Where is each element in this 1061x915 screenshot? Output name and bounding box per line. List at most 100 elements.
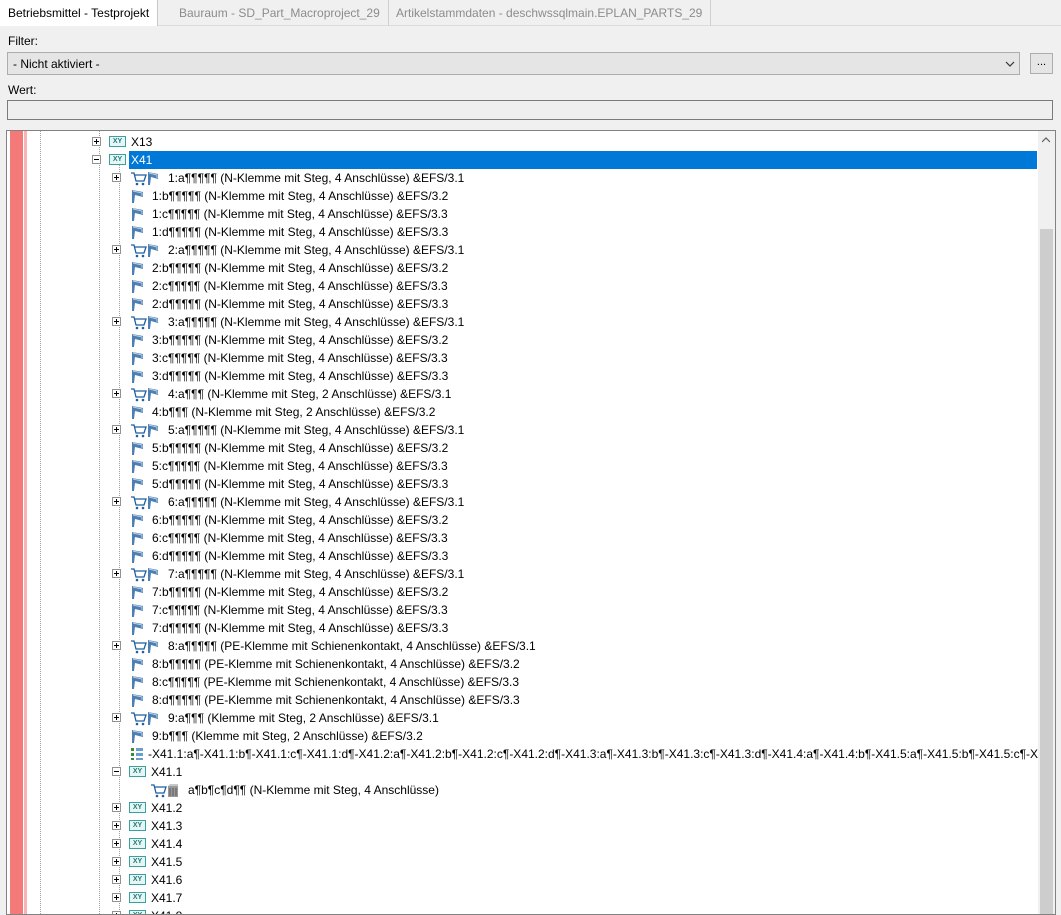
- terminal-icon: [132, 190, 143, 203]
- tree-row[interactable]: XY X41: [7, 151, 1037, 169]
- scroll-up-arrow-icon[interactable]: [1042, 136, 1050, 144]
- tree-row[interactable]: 3:b¶¶¶¶¶ (N-Klemme mit Steg, 4 Anschlüss…: [7, 331, 1037, 349]
- terminal-icon: [132, 676, 143, 689]
- tree-row[interactable]: 1:b¶¶¶¶¶ (N-Klemme mit Steg, 4 Anschlüss…: [7, 187, 1037, 205]
- tree-row-label: 6:c¶¶¶¶¶ (N-Klemme mit Steg, 4 Anschlüss…: [152, 531, 448, 545]
- tree-row[interactable]: 8:c¶¶¶¶¶ (PE-Klemme mit Schienenkontakt,…: [7, 673, 1037, 691]
- tree-row[interactable]: 2:b¶¶¶¶¶ (N-Klemme mit Steg, 4 Anschlüss…: [7, 259, 1037, 277]
- tree-row-label: 5:a¶¶¶¶¶ (N-Klemme mit Steg, 4 Anschlüss…: [168, 423, 465, 437]
- tree-row-label: 3:c¶¶¶¶¶ (N-Klemme mit Steg, 4 Anschlüss…: [152, 351, 448, 365]
- tree-row[interactable]: XY X41.5: [7, 853, 1037, 871]
- expand-icon[interactable]: [112, 893, 121, 902]
- tree-row[interactable]: XY X41.3: [7, 817, 1037, 835]
- tree-row[interactable]: 2:a¶¶¶¶¶ (N-Klemme mit Steg, 4 Anschlüss…: [7, 241, 1037, 259]
- tree-row-label: 3:a¶¶¶¶¶ (N-Klemme mit Steg, 4 Anschlüss…: [168, 315, 465, 329]
- expand-icon[interactable]: [112, 425, 121, 434]
- tree-row-label: 2:b¶¶¶¶¶ (N-Klemme mit Steg, 4 Anschlüss…: [152, 261, 449, 275]
- chevron-down-icon: [1005, 61, 1015, 67]
- tree-row[interactable]: 2:d¶¶¶¶¶ (N-Klemme mit Steg, 4 Anschlüss…: [7, 295, 1037, 313]
- terminal-strip-icon: XY: [109, 136, 126, 147]
- expand-icon[interactable]: [112, 569, 121, 578]
- tree-row[interactable]: 3:c¶¶¶¶¶ (N-Klemme mit Steg, 4 Anschlüss…: [7, 349, 1037, 367]
- vertical-scrollbar[interactable]: [1038, 131, 1055, 914]
- tree-row[interactable]: a¶b¶c¶d¶¶ (N-Klemme mit Steg, 4 Anschlüs…: [7, 781, 1037, 799]
- tree-row[interactable]: 5:c¶¶¶¶¶ (N-Klemme mit Steg, 4 Anschlüss…: [7, 457, 1037, 475]
- expand-icon[interactable]: [112, 821, 121, 830]
- expand-icon[interactable]: [112, 875, 121, 884]
- expand-icon[interactable]: [112, 173, 121, 182]
- tree-row[interactable]: -X41.1:a¶-X41.1:b¶-X41.1:c¶-X41.1:d¶-X41…: [7, 745, 1055, 763]
- tree-row[interactable]: 8:a¶¶¶¶¶ (PE-Klemme mit Schienenkontakt,…: [7, 637, 1037, 655]
- tree-row-label: X41.8: [151, 909, 182, 914]
- tree-row[interactable]: 8:b¶¶¶¶¶ (PE-Klemme mit Schienenkontakt,…: [7, 655, 1037, 673]
- tree-row-label: X41.3: [151, 819, 183, 833]
- tree-row[interactable]: 5:a¶¶¶¶¶ (N-Klemme mit Steg, 4 Anschlüss…: [7, 421, 1037, 439]
- collapse-icon[interactable]: [112, 767, 121, 776]
- tree-row[interactable]: 1:c¶¶¶¶¶ (N-Klemme mit Steg, 4 Anschlüss…: [7, 205, 1037, 223]
- tree-row[interactable]: 5:b¶¶¶¶¶ (N-Klemme mit Steg, 4 Anschlüss…: [7, 439, 1037, 457]
- tab-betriebsmittel[interactable]: Betriebsmittel - Testprojekt: [0, 0, 159, 26]
- expand-icon[interactable]: [112, 713, 121, 722]
- filter-more-button[interactable]: ...: [1030, 53, 1053, 74]
- tree-row-label: X13: [131, 135, 153, 149]
- tree-row[interactable]: 6:b¶¶¶¶¶ (N-Klemme mit Steg, 4 Anschlüss…: [7, 511, 1037, 529]
- tree-row[interactable]: 7:d¶¶¶¶¶ (N-Klemme mit Steg, 4 Anschlüss…: [7, 619, 1037, 637]
- tree-row-label: 7:a¶¶¶¶¶ (N-Klemme mit Steg, 4 Anschlüss…: [168, 567, 465, 581]
- tree-row[interactable]: 7:b¶¶¶¶¶ (N-Klemme mit Steg, 4 Anschlüss…: [7, 583, 1037, 601]
- tree-row[interactable]: XY X41.4: [7, 835, 1037, 853]
- tree-row[interactable]: 7:a¶¶¶¶¶ (N-Klemme mit Steg, 4 Anschlüss…: [7, 565, 1037, 583]
- expand-icon[interactable]: [112, 911, 121, 914]
- wert-field[interactable]: [7, 100, 1053, 120]
- tree-row[interactable]: 6:c¶¶¶¶¶ (N-Klemme mit Steg, 4 Anschlüss…: [7, 529, 1037, 547]
- tree-row-label: 5:b¶¶¶¶¶ (N-Klemme mit Steg, 4 Anschlüss…: [152, 441, 449, 455]
- expand-icon[interactable]: [112, 389, 121, 398]
- tree-row-label: 1:d¶¶¶¶¶ (N-Klemme mit Steg, 4 Anschlüss…: [152, 225, 449, 239]
- tree-row-label: 7:c¶¶¶¶¶ (N-Klemme mit Steg, 4 Anschlüss…: [152, 603, 448, 617]
- tree-row[interactable]: XY X41.1: [7, 763, 1037, 781]
- expand-icon[interactable]: [112, 245, 121, 254]
- tab-artikelstammdaten[interactable]: Artikelstammdaten - deschwssqlmain.EPLAN…: [388, 0, 712, 26]
- expand-icon[interactable]: [112, 641, 121, 650]
- tree-row[interactable]: XY X13: [7, 133, 1037, 151]
- tree-row[interactable]: 5:d¶¶¶¶¶ (N-Klemme mit Steg, 4 Anschlüss…: [7, 475, 1037, 493]
- expand-icon[interactable]: [112, 857, 121, 866]
- tree-row-label: 5:d¶¶¶¶¶ (N-Klemme mit Steg, 4 Anschlüss…: [152, 477, 449, 491]
- tree-row[interactable]: 2:c¶¶¶¶¶ (N-Klemme mit Steg, 4 Anschlüss…: [7, 277, 1037, 295]
- tree-row-label: a¶b¶c¶d¶¶ (N-Klemme mit Steg, 4 Anschlüs…: [188, 783, 439, 797]
- tree-row[interactable]: 3:d¶¶¶¶¶ (N-Klemme mit Steg, 4 Anschlüss…: [7, 367, 1037, 385]
- tree-row[interactable]: 1:a¶¶¶¶¶ (N-Klemme mit Steg, 4 Anschlüss…: [7, 169, 1037, 187]
- tree-row[interactable]: XY X41.6: [7, 871, 1037, 889]
- expand-icon[interactable]: [112, 803, 121, 812]
- tree-row[interactable]: 7:c¶¶¶¶¶ (N-Klemme mit Steg, 4 Anschlüss…: [7, 601, 1037, 619]
- tree-row-label: 8:b¶¶¶¶¶ (PE-Klemme mit Schienenkontakt,…: [152, 657, 520, 671]
- tree-row[interactable]: 1:d¶¶¶¶¶ (N-Klemme mit Steg, 4 Anschlüss…: [7, 223, 1037, 241]
- tree-row[interactable]: XY X41.8: [7, 907, 1037, 914]
- tree-row[interactable]: 9:a¶¶¶ (Klemme mit Steg, 2 Anschlüsse) &…: [7, 709, 1037, 727]
- device-tree[interactable]: XY X13 XY X41 1:a¶¶¶¶¶ (N-Klemme mit Steg, 4…: [6, 130, 1056, 915]
- collapse-icon[interactable]: [92, 155, 101, 164]
- tab-bauraum[interactable]: Bauraum - SD_Part_Macroproject_29: [171, 0, 389, 26]
- tree-row-label: 1:b¶¶¶¶¶ (N-Klemme mit Steg, 4 Anschlüss…: [152, 189, 449, 203]
- tree-row-label: 2:a¶¶¶¶¶ (N-Klemme mit Steg, 4 Anschlüss…: [168, 243, 465, 257]
- tree-row[interactable]: 4:a¶¶¶ (N-Klemme mit Steg, 2 Anschlüsse)…: [7, 385, 1037, 403]
- terminal-block-icon: [151, 784, 178, 798]
- tree-row[interactable]: XY X41.2: [7, 799, 1037, 817]
- tree-row[interactable]: 4:b¶¶¶ (N-Klemme mit Steg, 2 Anschlüsse)…: [7, 403, 1037, 421]
- expand-icon[interactable]: [112, 317, 121, 326]
- terminal-icon: [132, 694, 143, 707]
- tree-row[interactable]: XY X41.7: [7, 889, 1037, 907]
- tree-row[interactable]: 6:a¶¶¶¶¶ (N-Klemme mit Steg, 4 Anschlüss…: [7, 493, 1037, 511]
- tree-row-label: 8:c¶¶¶¶¶ (PE-Klemme mit Schienenkontakt,…: [152, 675, 520, 689]
- tree-row[interactable]: 3:a¶¶¶¶¶ (N-Klemme mit Steg, 4 Anschlüss…: [7, 313, 1037, 331]
- expand-icon[interactable]: [112, 497, 121, 506]
- scrollbar-thumb[interactable]: [1040, 229, 1053, 914]
- tree-row[interactable]: 8:d¶¶¶¶¶ (PE-Klemme mit Schienenkontakt,…: [7, 691, 1037, 709]
- expand-icon[interactable]: [112, 839, 121, 848]
- tree-row-label: X41: [131, 153, 153, 167]
- tree-row-label: X41.1: [151, 765, 183, 779]
- tree-row-label: X41.6: [151, 873, 183, 887]
- filter-combobox[interactable]: - Nicht aktiviert -: [7, 52, 1020, 75]
- tree-row[interactable]: 6:d¶¶¶¶¶ (N-Klemme mit Steg, 4 Anschlüss…: [7, 547, 1037, 565]
- expand-icon[interactable]: [92, 137, 101, 146]
- tree-row[interactable]: 9:b¶¶¶ (Klemme mit Steg, 2 Anschlüsse) &…: [7, 727, 1037, 745]
